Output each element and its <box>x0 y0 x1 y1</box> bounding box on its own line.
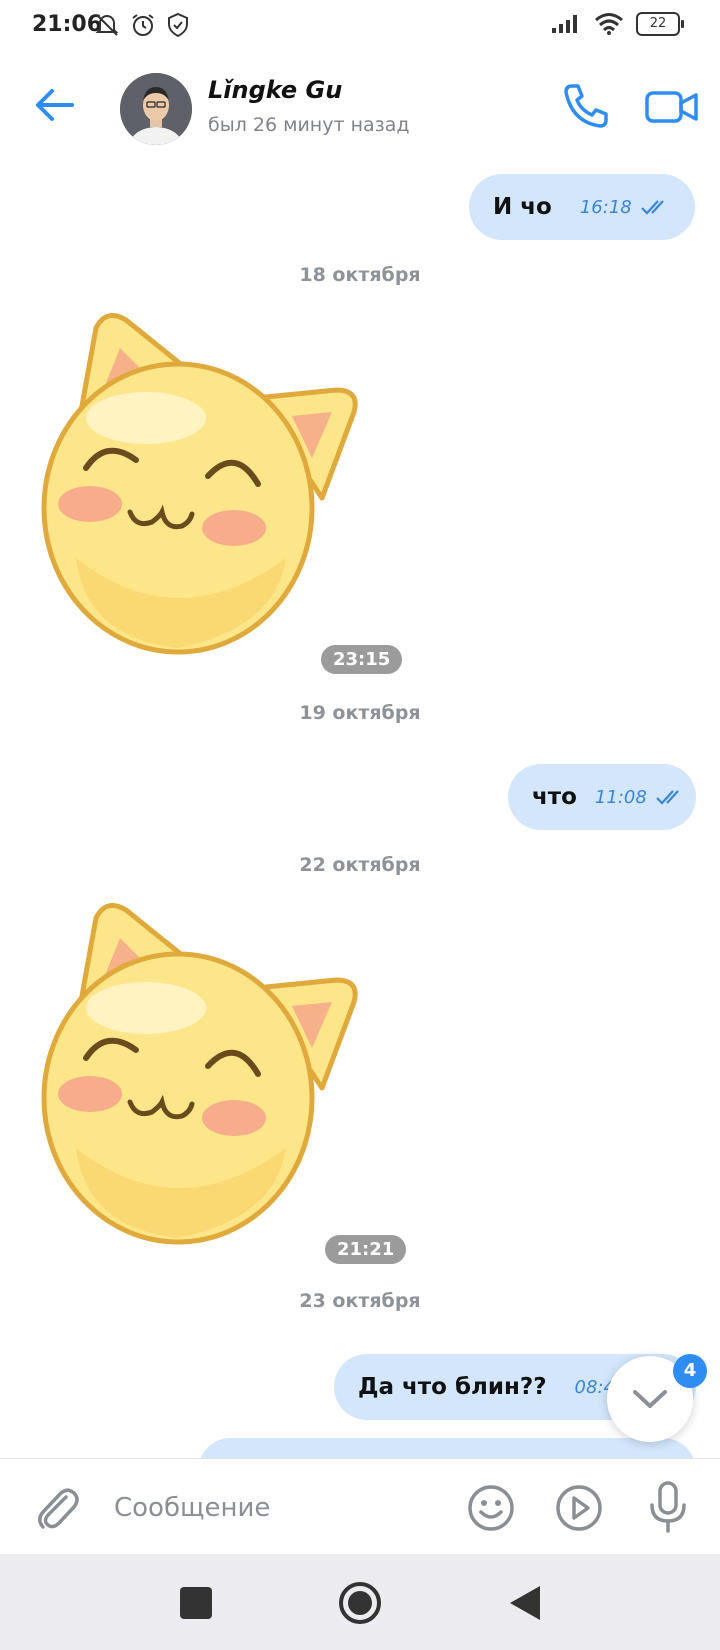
message-time: 11:08 <box>594 786 647 808</box>
status-icons-right: 22 <box>550 12 684 36</box>
contact-name[interactable]: Lǐngke Gu <box>208 76 342 104</box>
chat-header: Lǐngke Gu был 26 минут назад <box>0 56 720 161</box>
sticker-time: 21:21 <box>325 1235 407 1264</box>
cat-sticker[interactable] <box>36 898 376 1258</box>
bell-off-icon <box>95 14 119 36</box>
battery-icon: 22 <box>636 12 684 36</box>
message-text: что <box>532 784 577 810</box>
gif-icon[interactable] <box>554 1483 604 1533</box>
message-time: 16:18 <box>579 196 632 218</box>
status-bar: 21:06 22 <box>0 0 720 56</box>
back-arrow-icon[interactable] <box>30 80 80 130</box>
nav-back-button[interactable] <box>508 1584 542 1622</box>
microphone-icon[interactable] <box>644 1479 692 1535</box>
double-check-icon <box>656 790 679 805</box>
double-check-icon <box>640 200 664 215</box>
message-text: Да что блин?? <box>358 1374 547 1400</box>
date-separator: 19 октября <box>299 702 421 724</box>
unread-count-badge: 4 <box>673 1354 707 1388</box>
home-button[interactable] <box>338 1581 382 1625</box>
avatar-image <box>120 73 192 145</box>
outgoing-message[interactable]: И чо 16:18 <box>469 174 695 240</box>
recent-apps-button[interactable] <box>180 1587 212 1619</box>
outgoing-message[interactable]: что 11:08 <box>508 764 696 830</box>
sticker-time: 23:15 <box>321 645 403 674</box>
status-time: 21:06 <box>32 12 103 37</box>
shield-icon <box>168 12 188 38</box>
video-icon[interactable] <box>644 82 700 132</box>
avatar[interactable] <box>120 73 192 145</box>
emoji-icon[interactable] <box>466 1483 516 1533</box>
last-seen-status: был 26 минут назад <box>208 114 410 136</box>
signal-icon <box>552 15 577 33</box>
date-separator: 23 октября <box>299 1290 421 1312</box>
wifi-icon <box>595 13 623 35</box>
message-input[interactable] <box>112 1479 446 1537</box>
cat-sticker[interactable] <box>36 308 376 668</box>
message-text: И чо <box>493 194 552 220</box>
alarm-icon <box>132 14 154 36</box>
date-separator: 18 октября <box>299 264 421 286</box>
system-nav-bar <box>0 1554 720 1650</box>
message-composer <box>0 1458 720 1555</box>
phone-icon[interactable] <box>560 80 612 132</box>
message-list[interactable]: И чо 16:18 18 октября 23:15 19 октября ч… <box>0 160 720 1458</box>
status-icons-left <box>94 12 190 38</box>
paperclip-icon[interactable] <box>32 1483 80 1533</box>
date-separator: 22 октября <box>299 854 421 876</box>
